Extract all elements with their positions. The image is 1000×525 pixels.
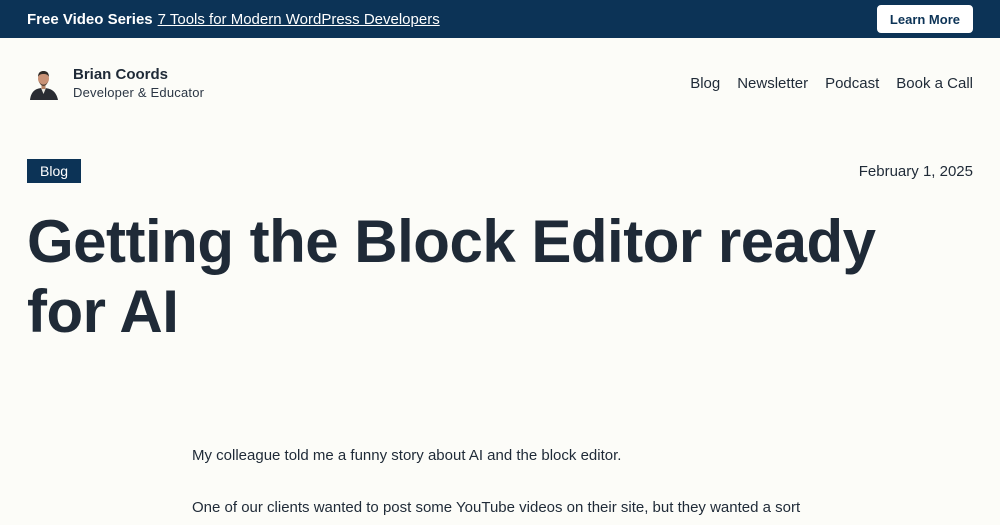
nav-item-newsletter[interactable]: Newsletter bbox=[737, 75, 808, 92]
nav-item-podcast[interactable]: Podcast bbox=[825, 75, 879, 92]
learn-more-button[interactable]: Learn More bbox=[876, 5, 973, 33]
site-tagline: Developer & Educator bbox=[73, 84, 205, 100]
post-paragraph: My colleague told me a funny story about… bbox=[192, 447, 622, 464]
promo-message: Free Video Series 7 Tools for Modern Wor… bbox=[27, 11, 440, 28]
promo-link[interactable]: 7 Tools for Modern WordPress Developers bbox=[158, 11, 440, 28]
post-body: My colleague told me a funny story about… bbox=[192, 443, 812, 525]
nav-item-blog[interactable]: Blog bbox=[690, 75, 720, 92]
brand[interactable]: Brian Coords Developer & Educator bbox=[27, 66, 204, 101]
site-header: Brian Coords Developer & Educator Blog N… bbox=[0, 38, 1000, 128]
brand-text: Brian Coords Developer & Educator bbox=[73, 66, 204, 101]
promo-bar: Free Video Series 7 Tools for Modern Wor… bbox=[0, 0, 1000, 38]
person-avatar-icon bbox=[27, 66, 60, 100]
post-date: February 1, 2025 bbox=[858, 162, 973, 180]
site-name[interactable]: Brian Coords bbox=[73, 66, 204, 84]
nav-item-book-a-call[interactable]: Book a Call bbox=[896, 75, 973, 92]
promo-label: Free Video Series bbox=[27, 10, 153, 28]
post-title: Getting the Block Editor ready for AI bbox=[27, 208, 876, 345]
post-meta: Blog February 1, 2025 bbox=[0, 159, 1000, 183]
post-paragraph: One of our clients wanted to post some Y… bbox=[192, 499, 801, 516]
category-badge[interactable]: Blog bbox=[27, 159, 82, 183]
main-nav: Blog Newsletter Podcast Book a Call bbox=[673, 75, 973, 92]
